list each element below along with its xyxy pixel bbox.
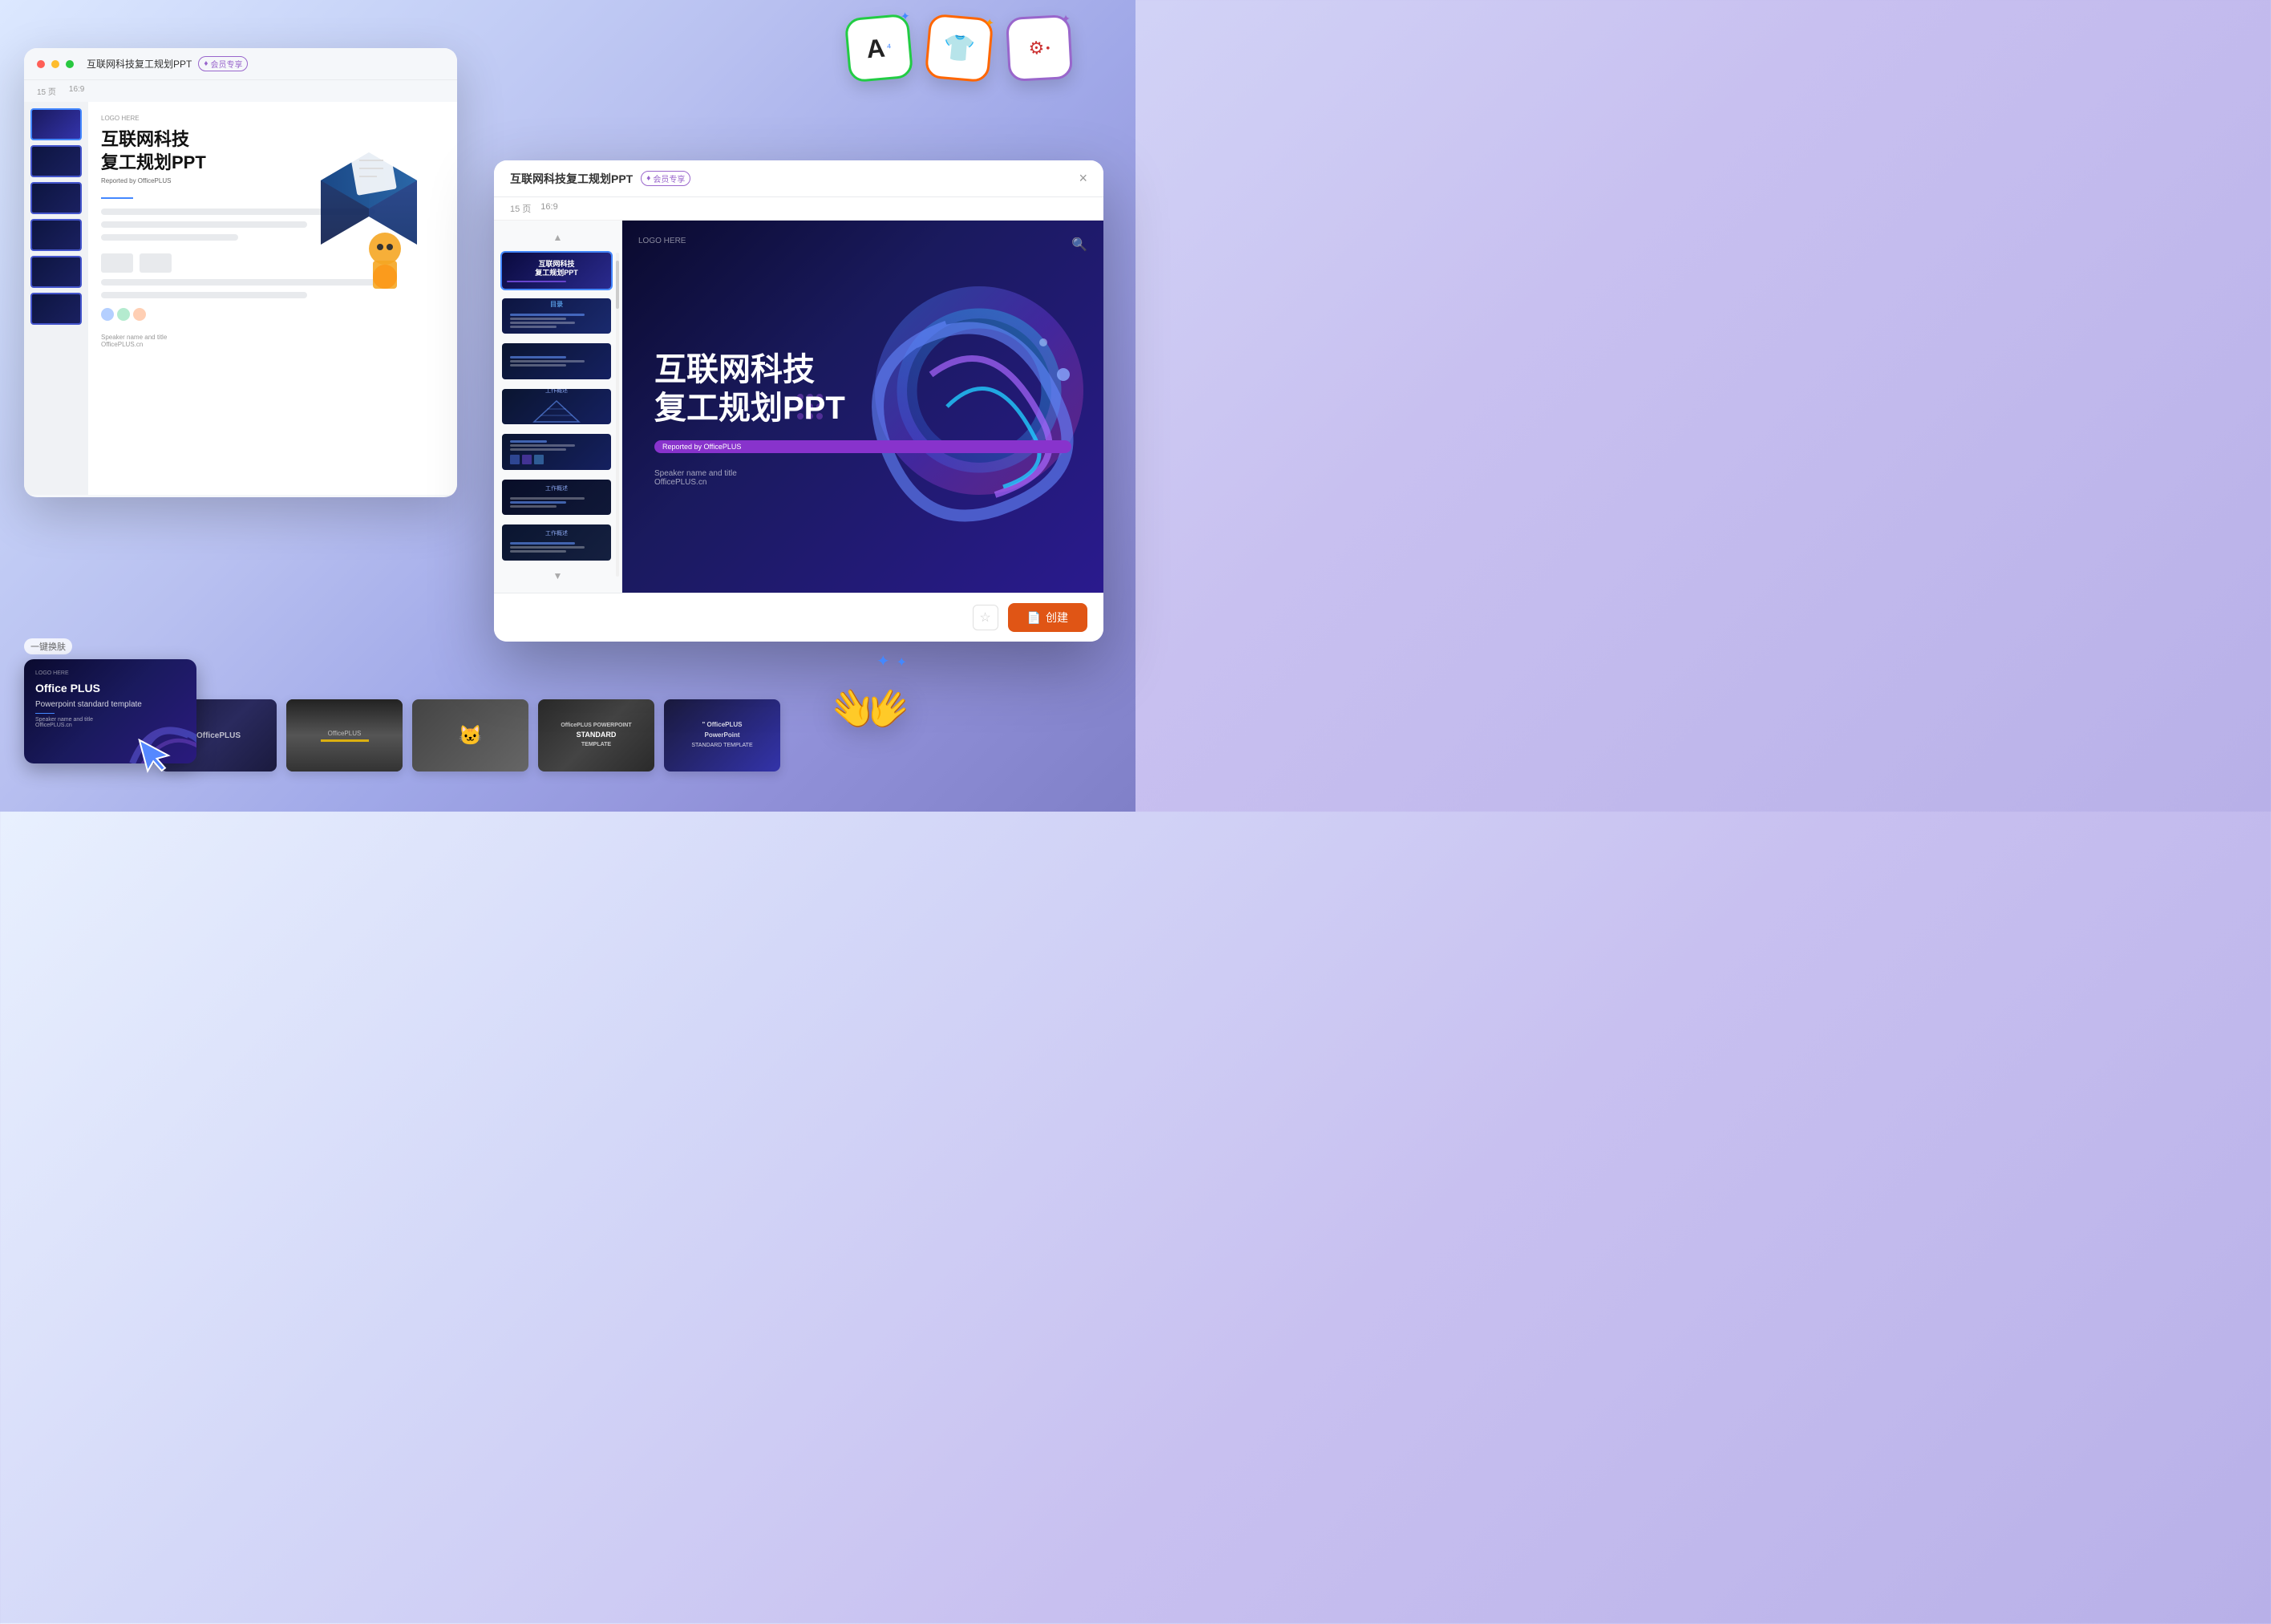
template-card-construction[interactable]: OfficePLUS POWERPOINT STANDARD TEMPLATE (538, 699, 654, 772)
swap-card-divider (35, 713, 55, 714)
front-window-meta: 15 页 16:9 (494, 197, 1103, 221)
back-member-badge: ♦ 会员专享 (198, 56, 248, 71)
front-window-header-left: 互联网科技复工规划PPT ♦ 会员专享 (510, 171, 690, 187)
thumbnail-6[interactable]: 工作概述 (500, 478, 613, 517)
window-dot-green[interactable] (66, 60, 74, 68)
back-info-row-2 (101, 221, 307, 228)
front-member-badge: ♦ 会员专享 (641, 171, 690, 186)
font-style-icon[interactable]: A ⁴ ✦ (844, 14, 914, 83)
front-window-body: ▲ 互联网科技复工规划PPT 目录 (494, 221, 1103, 593)
preview-logo: LOGO HERE (638, 237, 686, 245)
front-window: 互联网科技复工规划PPT ♦ 会员专享 × 15 页 16:9 ▲ 互联网科技复… (494, 160, 1103, 642)
back-window-title: 互联网科技复工规划PPT (87, 57, 192, 71)
preview-speaker: Speaker name and title OfficePLUS.cn (654, 469, 1071, 487)
back-thumb-5[interactable] (30, 256, 82, 288)
thumbnail-2[interactable]: 目录 (500, 297, 613, 336)
scroll-up-arrow[interactable]: ▲ (500, 230, 615, 245)
thumbnail-1[interactable]: 互联网科技复工规划PPT (500, 251, 613, 290)
scrollbar-track (616, 253, 619, 577)
cat-emoji: 🐱 (459, 724, 483, 747)
scrollbar-thumb[interactable] (616, 261, 619, 309)
back-thumb-2[interactable] (30, 145, 82, 177)
back-sidebar (24, 102, 88, 495)
window-dot-red[interactable] (37, 60, 45, 68)
back-info-row-5 (101, 292, 307, 298)
preview-main-title: 互联网科技复工规划PPT (654, 350, 1071, 427)
swap-card-title: Office PLUS Powerpoint standard template (35, 681, 185, 710)
template-card-city[interactable]: OfficePLUS (286, 699, 403, 772)
back-window: 互联网科技复工规划PPT ♦ 会员专享 15 页 16:9 LOGO HERE … (24, 48, 457, 497)
back-illustration (297, 128, 441, 305)
front-window-close[interactable]: × (1079, 170, 1087, 187)
back-main-logo: LOGO HERE (101, 115, 444, 122)
front-window-header: 互联网科技复工规划PPT ♦ 会员专享 × (494, 160, 1103, 197)
back-thumb-4[interactable] (30, 219, 82, 251)
template-cards-row: OfficePLUS OfficePLUS 🐱 OfficePLUS POWER… (160, 699, 780, 772)
front-window-title: 互联网科技复工规划PPT (510, 171, 633, 187)
back-window-meta: 15 页 16:9 (24, 80, 457, 102)
main-preview-content: LOGO HERE 🔍 互联网科技复工规划PPT Reported by Off… (622, 221, 1103, 593)
back-window-content: LOGO HERE 互联网科技 复工规划PPT Reported by Offi… (24, 102, 457, 495)
create-label: 创建 (1046, 610, 1068, 626)
clap-sparkles: ✦ ✦ (876, 651, 907, 671)
back-thumb-3[interactable] (30, 182, 82, 214)
thumbnail-3[interactable] (500, 342, 613, 381)
thumbnail-5[interactable] (500, 432, 613, 472)
back-info-row-3 (101, 234, 238, 241)
front-window-footer: ☆ 📄 创建 (494, 593, 1103, 642)
thumbnail-4[interactable]: 工作概述 (500, 387, 613, 427)
template-style-icon[interactable]: 👕 ✦ (925, 14, 994, 83)
back-thumb-1[interactable] (30, 108, 82, 140)
thumbnail-7[interactable]: 工作概述 (500, 523, 613, 562)
template-card-ppt[interactable]: " OfficePLUSPowerPoint STANDARD TEMPLATE (664, 699, 780, 772)
swap-panel: 一键换肤 LOGO HERE Office PLUS Powerpoint st… (24, 638, 196, 763)
preview-badge: Reported by OfficePLUS (654, 440, 1071, 453)
create-icon: 📄 (1027, 611, 1041, 625)
swap-label: 一键换肤 (24, 638, 72, 654)
back-divider (101, 197, 133, 199)
settings-icon[interactable]: ⚙ • ✦ (1006, 14, 1073, 82)
window-dot-yellow[interactable] (51, 60, 59, 68)
swap-card-logo: LOGO HERE (35, 670, 185, 676)
scroll-down-arrow[interactable]: ▼ (500, 569, 615, 583)
back-speaker: Speaker name and titleOfficePLUS.cn (101, 334, 444, 348)
back-thumb-6[interactable] (30, 293, 82, 325)
back-window-titlebar: 互联网科技复工规划PPT ♦ 会员专享 (24, 48, 457, 80)
clap-hands-emoji: 👐 (831, 672, 911, 747)
front-sidebar: ▲ 互联网科技复工规划PPT 目录 (494, 221, 622, 593)
star-button[interactable]: ☆ (973, 605, 998, 630)
front-main-preview: LOGO HERE 🔍 互联网科技复工规划PPT Reported by Off… (622, 221, 1103, 593)
create-button[interactable]: 📄 创建 (1008, 603, 1087, 632)
template-card-cat[interactable]: 🐱 (412, 699, 528, 772)
top-icons-group: A ⁴ ✦ 👕 ✦ ⚙ • ✦ (847, 16, 1071, 80)
